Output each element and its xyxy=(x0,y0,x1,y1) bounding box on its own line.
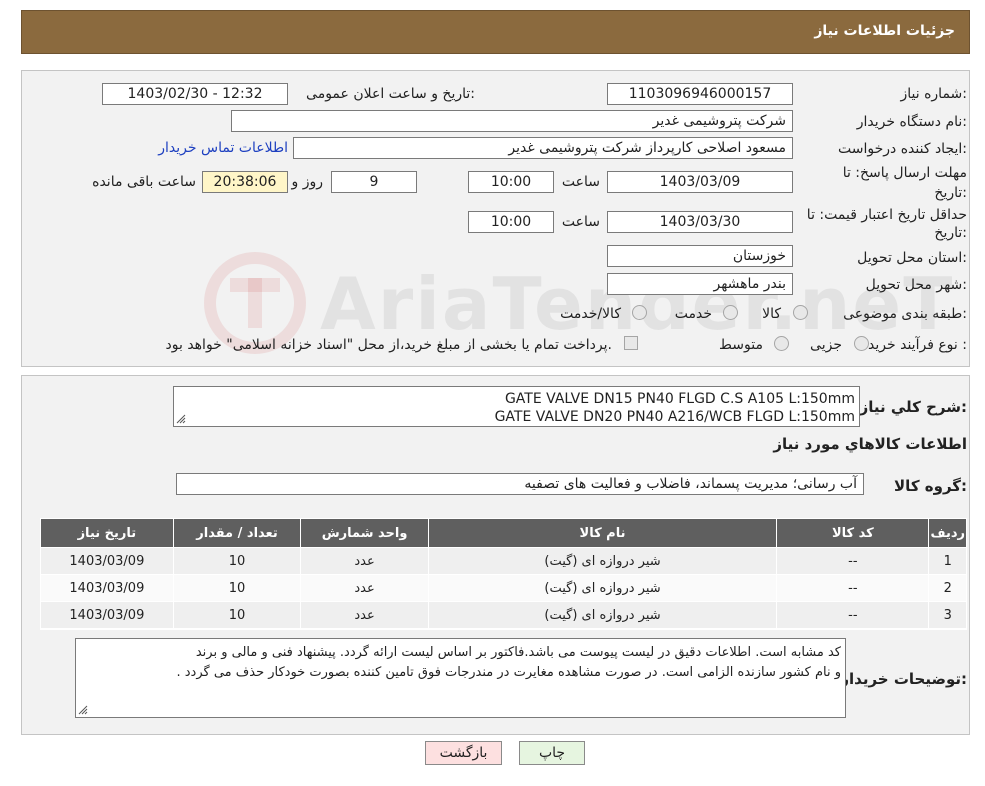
cell-row-number: 2 xyxy=(928,574,967,602)
col-header-item-code: کد کالا xyxy=(776,518,930,548)
goods-group-label: گروه کالا: xyxy=(894,477,967,495)
resize-grip-icon[interactable] xyxy=(78,705,88,715)
cell-need-date: 1403/03/09 xyxy=(40,547,174,575)
treasury-bonds-checkbox[interactable] xyxy=(624,336,638,350)
process-label: نوع فرآیند خرید : xyxy=(868,337,967,353)
category-service-radio[interactable] xyxy=(723,305,738,320)
deadline-label-line2: تاریخ: xyxy=(934,185,967,201)
col-header-need-date: تاریخ نیاز xyxy=(40,518,174,548)
creator-field: مسعود اصلاحی کارپرداز شرکت پتروشیمی غدیر xyxy=(293,137,793,159)
buyer-notes-label: توضیحات خریدار: xyxy=(840,670,967,688)
province-field: خوزستان xyxy=(607,245,793,267)
buyer-contact-link[interactable]: اطلاعات تماس خریدار xyxy=(158,140,288,156)
validity-label-line1: حداقل تاریخ اعتبار قیمت: تا xyxy=(806,207,967,223)
table-row: 2 -- شیر دروازه ای (گیت) عدد 10 1403/03/… xyxy=(40,574,967,602)
buyer-notes-line-2: و نام کشور سازنده الزامی است. در صورت مش… xyxy=(176,665,842,680)
col-header-row-number: ردیف xyxy=(928,518,967,548)
treasury-bonds-note: پرداخت تمام یا بخشی از مبلغ خرید،از محل … xyxy=(165,337,612,353)
items-table: ردیف کد کالا نام کالا واحد شمارش تعداد /… xyxy=(40,518,967,629)
deadline-date-field: 1403/03/09 xyxy=(607,171,793,193)
print-button[interactable]: چاپ xyxy=(519,741,585,765)
description-line-2: GATE VALVE DN20 PN40 A216/WCB FLGD L:150… xyxy=(494,409,855,425)
table-row: 3 -- شیر دروازه ای (گیت) عدد 10 1403/03/… xyxy=(40,601,967,629)
cell-item-name: شیر دروازه ای (گیت) xyxy=(427,574,778,602)
validity-time-field: 10:00 xyxy=(468,211,554,233)
process-minor-radio[interactable] xyxy=(854,336,869,351)
days-remaining-field: 9 xyxy=(331,171,417,193)
city-field: بندر ماهشهر xyxy=(607,273,793,295)
col-header-unit: واحد شمارش xyxy=(300,518,429,548)
process-medium-label: متوسط xyxy=(719,337,763,353)
description-label: شرح کلي نياز: xyxy=(859,398,967,416)
cell-need-date: 1403/03/09 xyxy=(40,574,174,602)
process-minor-label: جزیی xyxy=(810,337,842,353)
need-number-label: شماره نیاز: xyxy=(900,86,967,102)
description-textarea[interactable]: GATE VALVE DN15 PN40 FLGD C.S A105 L:150… xyxy=(173,386,860,427)
col-header-item-name: نام کالا xyxy=(427,518,778,548)
col-header-quantity: تعداد / مقدار xyxy=(172,518,302,548)
deadline-label-line1: مهلت ارسال پاسخ: تا xyxy=(842,165,967,181)
category-goods-radio[interactable] xyxy=(793,305,808,320)
validity-time-label: ساعت xyxy=(561,214,600,230)
validity-date-field: 1403/03/30 xyxy=(607,211,793,233)
cell-item-name: شیر دروازه ای (گیت) xyxy=(427,547,778,575)
announce-datetime-field: 1403/02/30 - 12:32 xyxy=(102,83,288,105)
buyer-org-label: نام دستگاه خریدار: xyxy=(856,114,967,130)
category-service-label: خدمت xyxy=(674,306,712,322)
description-line-1: GATE VALVE DN15 PN40 FLGD C.S A105 L:150… xyxy=(504,391,855,407)
cell-quantity: 10 xyxy=(172,574,302,602)
cell-item-code: -- xyxy=(776,547,930,575)
items-table-wrapper: ردیف کد کالا نام کالا واحد شمارش تعداد /… xyxy=(40,518,967,630)
city-label: شهر محل تحویل: xyxy=(865,277,967,293)
remaining-time-label: ساعت باقی مانده xyxy=(92,174,196,190)
validity-label-line2: تاریخ: xyxy=(934,225,967,241)
cell-item-code: -- xyxy=(776,601,930,629)
cell-row-number: 3 xyxy=(928,601,967,629)
buyer-notes-line-1: کد مشابه است. اطلاعات دقیق در لیست پیوست… xyxy=(195,645,841,660)
buyer-notes-textarea[interactable]: کد مشابه است. اطلاعات دقیق در لیست پیوست… xyxy=(75,638,846,718)
cell-row-number: 1 xyxy=(928,547,967,575)
category-goods-service-label: کالا/خدمت xyxy=(560,306,621,322)
page-title: جزئیات اطلاعات نیاز xyxy=(814,23,955,39)
table-row: 1 -- شیر دروازه ای (گیت) عدد 10 1403/03/… xyxy=(40,547,967,575)
resize-grip-icon[interactable] xyxy=(176,414,186,424)
province-label: استان محل تحویل: xyxy=(857,250,967,266)
page-header: جزئیات اطلاعات نیاز xyxy=(21,10,970,54)
cell-unit: عدد xyxy=(300,601,429,629)
need-number-field: 1103096946000157 xyxy=(607,83,793,105)
deadline-time-field: 10:00 xyxy=(468,171,554,193)
category-goods-service-radio[interactable] xyxy=(632,305,647,320)
days-label: روز و xyxy=(291,174,324,190)
cell-quantity: 10 xyxy=(172,547,302,575)
process-medium-radio[interactable] xyxy=(774,336,789,351)
table-header-row: ردیف کد کالا نام کالا واحد شمارش تعداد /… xyxy=(40,518,967,548)
creator-label: ایجاد کننده درخواست: xyxy=(838,141,967,157)
deadline-time-label: ساعت xyxy=(561,174,600,190)
back-button[interactable]: بازگشت xyxy=(425,741,502,765)
category-label: طبقه بندی موضوعی: xyxy=(843,306,967,322)
category-goods-label: کالا xyxy=(762,306,781,322)
goods-info-title: اطلاعات کالاهاي مورد نياز xyxy=(773,435,967,453)
buyer-org-field: شرکت پتروشیمی غدیر xyxy=(231,110,793,132)
cell-item-name: شیر دروازه ای (گیت) xyxy=(427,601,778,629)
goods-group-field: آب رسانی؛ مدیریت پسماند، فاضلاب و فعالیت… xyxy=(176,473,864,495)
announce-label: تاریخ و ساعت اعلان عمومی: xyxy=(306,86,475,102)
remaining-time-field: 20:38:06 xyxy=(202,171,288,193)
cell-need-date: 1403/03/09 xyxy=(40,601,174,629)
cell-item-code: -- xyxy=(776,574,930,602)
cell-unit: عدد xyxy=(300,574,429,602)
cell-unit: عدد xyxy=(300,547,429,575)
cell-quantity: 10 xyxy=(172,601,302,629)
